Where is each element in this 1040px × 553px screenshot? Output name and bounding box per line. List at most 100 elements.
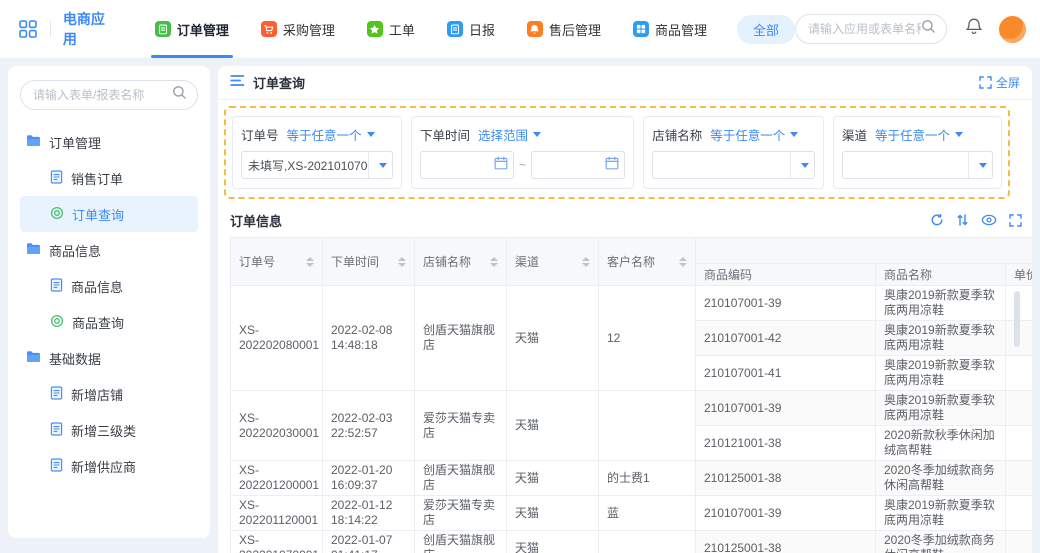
filter-label: 店铺名称 <box>652 125 702 144</box>
search-icon[interactable] <box>172 85 187 105</box>
sidebar-item[interactable]: 商品信息 <box>20 268 198 304</box>
topbar: 电商应用 订单管理 采购管理 工单 日报售后管理商品管理 全部 <box>0 0 1040 58</box>
chevron-down-icon <box>790 132 798 137</box>
user-avatar[interactable] <box>999 16 1026 43</box>
main-panel: 订单查询 全屏 订单号等于任意一个未填写,XS-20210107000...下单… <box>218 66 1032 553</box>
vertical-scrollbar[interactable] <box>1014 291 1020 347</box>
sidebar-search[interactable] <box>20 80 198 110</box>
sidebar-item[interactable]: 新增供应商 <box>20 448 198 484</box>
star-icon <box>367 21 383 37</box>
sidebar-item-label: 销售订单 <box>71 169 123 188</box>
refresh-icon[interactable] <box>930 213 944 227</box>
sidebar-item[interactable]: 商品查询 <box>20 304 198 340</box>
sidebar-item-label: 订单查询 <box>72 205 124 224</box>
sort-toggle-icon[interactable] <box>582 257 590 267</box>
sidebar-folder[interactable]: 商品信息 <box>20 232 198 268</box>
sidebar-folder[interactable]: 订单管理 <box>20 124 198 160</box>
column-header: 订单号 <box>231 238 323 286</box>
table-row[interactable]: XS-2022020300012022-02-03 22:52:57爱莎天猫专卖… <box>231 391 1033 426</box>
sort-toggle-icon[interactable] <box>398 257 406 267</box>
sort-toggle-icon[interactable] <box>306 257 314 267</box>
date-start-input[interactable] <box>426 158 494 172</box>
calendar-icon[interactable] <box>605 156 619 175</box>
notifications-bell-icon[interactable] <box>965 17 983 41</box>
sidebar-folder[interactable]: 基础数据 <box>20 340 198 376</box>
order-time-cell: 2022-01-20 16:09:37 <box>323 461 415 496</box>
product-name-cell: 2020冬季加绒款商务休闲高帮鞋 <box>876 461 1006 496</box>
column-header-label: 渠道 <box>515 253 539 270</box>
shop-cell: 创盾天猫旗舰店 <box>415 286 507 391</box>
filter-condition-dropdown[interactable]: 等于任意一个 <box>710 125 798 144</box>
filter-select[interactable]: 未填写,XS-20210107000... <box>241 151 393 179</box>
app-tab-label: 工单 <box>389 20 415 39</box>
product-group-header <box>696 238 1033 264</box>
select-caret[interactable] <box>790 152 814 178</box>
table-row[interactable]: XS-2022011200012022-01-12 18:14:22爱莎天猫专卖… <box>231 496 1033 531</box>
chevron-down-icon <box>379 163 387 168</box>
select-caret[interactable] <box>968 152 992 178</box>
grid-toolbar <box>918 213 1022 227</box>
column-header-label: 店铺名称 <box>423 253 471 270</box>
filter-select[interactable] <box>842 151 993 179</box>
app-tab-label: 采购管理 <box>283 20 335 39</box>
filter-condition-dropdown[interactable]: 等于任意一个 <box>875 125 963 144</box>
product-code-cell: 210121001-38 <box>696 426 876 461</box>
column-header-label: 订单号 <box>239 253 275 270</box>
channel-cell: 天猫 <box>507 461 599 496</box>
grid-title-row: 订单信息 <box>230 205 1022 235</box>
product-code-cell: 210107001-39 <box>696 286 876 321</box>
eye-icon[interactable] <box>981 214 997 226</box>
date-range: ~ <box>420 151 625 179</box>
filter-select[interactable] <box>652 151 815 179</box>
filter-condition-dropdown[interactable]: 选择范围 <box>478 125 541 144</box>
app-tab[interactable]: 日报 <box>447 0 495 58</box>
fullscreen-button[interactable]: 全屏 <box>979 74 1020 91</box>
price-cell <box>1006 531 1033 553</box>
search-icon[interactable] <box>921 19 936 39</box>
sort-toggle-icon[interactable] <box>490 257 498 267</box>
date-end[interactable] <box>531 151 625 179</box>
sidebar-item[interactable]: 销售订单 <box>20 160 198 196</box>
table-fullscreen-icon[interactable] <box>1009 214 1022 227</box>
date-end-input[interactable] <box>537 158 605 172</box>
box-icon <box>633 21 649 37</box>
app-tab[interactable]: 订单管理 <box>155 0 229 58</box>
filter-condition-dropdown[interactable]: 等于任意一个 <box>287 125 375 144</box>
channel-cell: 天猫 <box>507 496 599 531</box>
sidebar-item[interactable]: 订单查询 <box>20 196 198 232</box>
filter-head: 渠道等于任意一个 <box>842 125 993 144</box>
folder-icon <box>26 134 49 150</box>
customer-cell: 12 <box>599 286 696 391</box>
app-brand[interactable]: 电商应用 <box>63 9 109 49</box>
calendar-icon[interactable] <box>494 156 508 175</box>
menu-icon[interactable] <box>230 74 245 92</box>
filter-group: 订单号等于任意一个未填写,XS-20210107000... <box>232 116 402 189</box>
sidebar-search-input[interactable] <box>33 88 172 102</box>
table-row[interactable]: XS-2022020800012022-02-08 14:48:18创盾天猫旗舰… <box>231 286 1033 321</box>
price-cell <box>1006 461 1033 496</box>
order-no-cell: XS-202201200001 <box>231 461 323 496</box>
apps-grid-icon[interactable] <box>18 19 38 39</box>
app-tab[interactable]: 采购管理 <box>261 0 335 58</box>
app-tab[interactable]: 售后管理 <box>527 0 601 58</box>
table-row[interactable]: XS-2022012000012022-01-20 16:09:37创盾天猫旗舰… <box>231 461 1033 496</box>
filter-group: 店铺名称等于任意一个 <box>643 116 824 189</box>
global-search[interactable] <box>795 14 947 44</box>
column-header-label: 客户名称 <box>607 253 655 270</box>
table-row[interactable]: XS-2022010700012022-01-07 01:41:17创盾天猫旗舰… <box>231 531 1033 553</box>
page-body: 订单管理销售订单订单查询商品信息商品信息商品查询基础数据新增店铺新增三级类新增供… <box>0 58 1040 553</box>
sort-toggle-icon[interactable] <box>679 257 687 267</box>
shop-cell: 创盾天猫旗舰店 <box>415 531 507 553</box>
tab-all[interactable]: 全部 <box>737 15 795 44</box>
date-start[interactable] <box>420 151 514 179</box>
app-tab[interactable]: 商品管理 <box>633 0 707 58</box>
filter-condition-label: 等于任意一个 <box>710 125 785 144</box>
sort-icon[interactable] <box>956 213 969 227</box>
sidebar-item[interactable]: 新增店铺 <box>20 376 198 412</box>
select-caret[interactable] <box>368 152 392 178</box>
column-header: 渠道 <box>507 238 599 286</box>
global-search-input[interactable] <box>808 22 921 36</box>
app-tab[interactable]: 工单 <box>367 0 415 58</box>
sidebar: 订单管理销售订单订单查询商品信息商品信息商品查询基础数据新增店铺新增三级类新增供… <box>8 66 210 538</box>
sidebar-item[interactable]: 新增三级类 <box>20 412 198 448</box>
